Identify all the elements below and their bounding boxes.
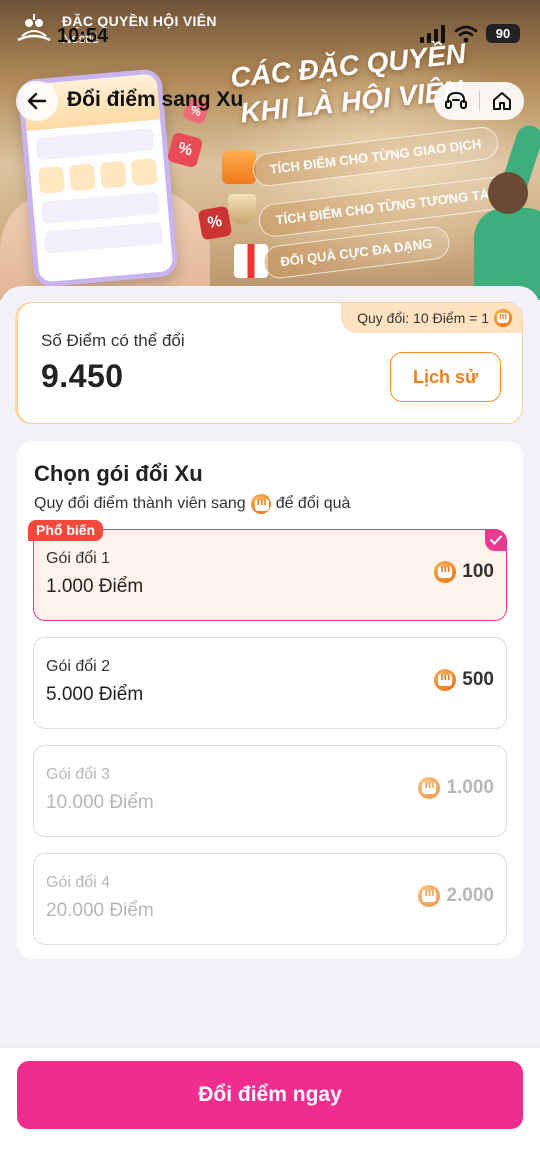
package-option-4[interactable]: Gói đổi 4 20.000 Điểm 2.000 [33, 853, 507, 945]
nestle-nest-icon [17, 14, 51, 42]
header-actions [434, 82, 524, 120]
package-name: Gói đổi 1 [46, 550, 111, 567]
xu-coin-icon [434, 561, 457, 583]
arrow-left-icon [27, 92, 47, 110]
subtitle-text: để đổi quà [275, 495, 351, 512]
subtitle-text: Quy đổi điểm thành viên sang [34, 495, 246, 512]
xu-coin-icon [434, 669, 457, 691]
package-xu-value: 2.000 [446, 885, 494, 906]
package-option-1[interactable]: Phổ biến Gói đổi 1 1.000 Điểm 100 [28, 520, 507, 621]
exchange-rate-label: Quy đổi: 10 Điểm = 1 [357, 310, 489, 326]
package-section-title: Chọn gói đổi Xu [34, 461, 203, 486]
popular-badge: Phổ biến [28, 520, 104, 541]
available-points-label: Số Điểm có thể đổi [41, 331, 185, 350]
back-button[interactable] [16, 81, 58, 121]
available-points-value: 9.450 [41, 358, 124, 394]
package-card: Chọn gói đổi Xu Quy đổi điểm thành viên … [17, 441, 523, 959]
xu-coin-icon [250, 494, 273, 514]
package-points: 1.000 Điểm [46, 576, 144, 597]
package-points: 5.000 Điểm [46, 684, 144, 705]
package-option-3[interactable]: Gói đổi 3 10.000 Điểm 1.000 [33, 745, 507, 837]
package-option-2[interactable]: Gói đổi 2 5.000 Điểm 500 [33, 637, 507, 729]
home-icon [492, 92, 511, 110]
home-button[interactable] [479, 82, 524, 120]
package-xu-value: 100 [462, 561, 494, 582]
exchange-rate-tag: Quy đổi: 10 Điểm = 1 [341, 303, 522, 333]
trophy-icon [228, 194, 256, 224]
package-name: Gói đổi 4 [46, 874, 111, 891]
package-name: Gói đổi 3 [46, 766, 111, 783]
status-time: 10:54 [57, 25, 109, 47]
package-points: 20.000 Điểm [46, 900, 154, 921]
history-button[interactable]: Lịch sử [390, 352, 501, 402]
check-icon [485, 529, 507, 551]
package-name: Gói đổi 2 [46, 658, 111, 675]
page-title: Đổi điểm sang Xu [67, 88, 244, 111]
promo-banner: % % % ĐẶC QUYỀN HỘI VIÊN Nestlé 10:54 90 [0, 0, 540, 300]
package-xu: 2.000 [418, 885, 494, 907]
headset-icon [445, 91, 468, 109]
package-xu: 1.000 [418, 777, 494, 799]
brand-header: ĐẶC QUYỀN HỘI VIÊN Nestlé [14, 10, 217, 48]
package-xu-value: 500 [462, 669, 494, 690]
support-button[interactable] [434, 82, 479, 120]
xu-coin-icon [418, 885, 441, 907]
xu-coin-icon [418, 777, 441, 799]
package-xu-value: 1.000 [446, 777, 494, 798]
percent-tag-icon: % [166, 131, 204, 169]
person-illustration [474, 122, 540, 300]
package-xu: 500 [434, 669, 494, 691]
redeem-now-button[interactable]: Đổi điểm ngay [17, 1061, 523, 1129]
package-points: 10.000 Điểm [46, 792, 154, 813]
shopping-bag-icon [222, 150, 256, 184]
package-xu: 100 [434, 561, 494, 583]
bottom-action-bar: Đổi điểm ngay [0, 1047, 540, 1168]
xu-coin-icon [494, 309, 512, 327]
package-section-subtitle: Quy đổi điểm thành viên sang để đổi quà [34, 494, 350, 514]
points-card: Quy đổi: 10 Điểm = 1 Số Điểm có thể đổi … [17, 302, 523, 424]
